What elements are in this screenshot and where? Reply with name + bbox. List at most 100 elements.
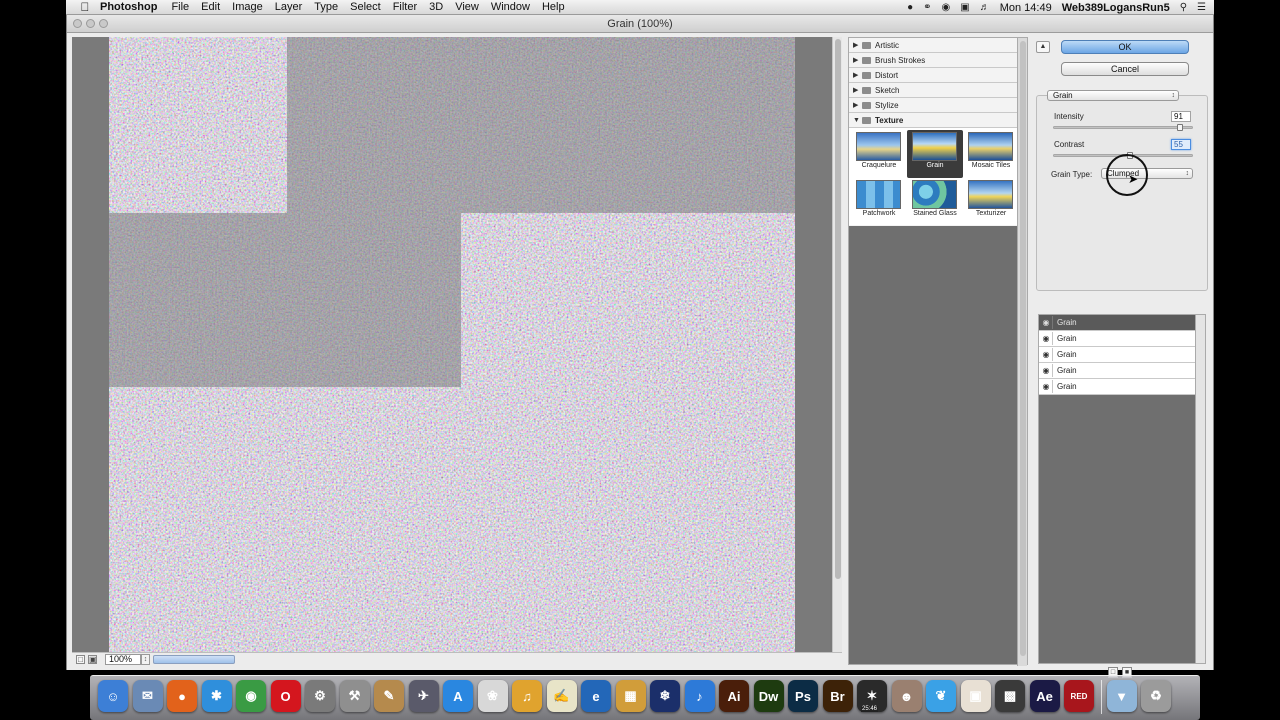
clock[interactable]: Mon 14:49 [1000, 2, 1052, 14]
gallery-scrollbar[interactable] [1017, 38, 1027, 666]
photo-booth-icon[interactable]: ☻ [891, 680, 922, 712]
menu-file[interactable]: File [171, 1, 189, 13]
filter-select[interactable]: Grain ↕ [1047, 90, 1179, 101]
category-artistic[interactable]: ▶ Artistic [849, 38, 1019, 53]
visibility-eye-icon[interactable]: ◉ [1040, 364, 1053, 377]
disclosure-arrow-icon[interactable]: ▶ [853, 38, 858, 53]
thumb-craquelure[interactable]: Craquelure [851, 130, 907, 178]
instagram-icon[interactable]: ▣ [960, 680, 991, 712]
collapse-gallery-button[interactable]: ▲ [1036, 41, 1050, 53]
browser-icon[interactable]: e [581, 680, 611, 712]
system-preferences-icon[interactable]: ⚙ [305, 680, 335, 712]
category-brush-strokes[interactable]: ▶ Brush Strokes [849, 53, 1019, 68]
record-icon[interactable]: ● [907, 2, 913, 13]
disclosure-arrow-icon[interactable]: ▼ [853, 113, 860, 128]
gallery-scroll-thumb[interactable] [1020, 41, 1026, 656]
effect-layer-row[interactable]: ◉ Grain [1039, 331, 1196, 347]
effect-layer-row[interactable]: ◉ Grain [1039, 347, 1196, 363]
photos-icon[interactable]: ❀ [477, 680, 508, 712]
thumb-grain[interactable]: Grain [907, 130, 963, 178]
zoom-out-button[interactable]: □ [76, 655, 85, 664]
disclosure-arrow-icon[interactable]: ▶ [853, 68, 858, 83]
snowflake-icon[interactable]: ❄ [650, 680, 680, 712]
opera-icon[interactable]: O [270, 680, 301, 712]
cubes-icon[interactable]: ▩ [995, 680, 1025, 712]
intensity-slider-handle[interactable] [1177, 124, 1184, 131]
cancel-button[interactable]: Cancel [1061, 62, 1189, 76]
preview-icon[interactable]: ✉ [132, 680, 163, 712]
effect-layer-row[interactable]: ◉ Grain [1039, 315, 1196, 331]
thumb-patchwork[interactable]: Patchwork [851, 178, 907, 226]
category-distort[interactable]: ▶ Distort [849, 68, 1019, 83]
visibility-eye-icon[interactable]: ◉ [1040, 348, 1053, 361]
preview-canvas[interactable] [109, 37, 795, 652]
wifi-icon[interactable]: ◉ [942, 2, 951, 13]
red-giant-link-icon[interactable]: RED [1064, 680, 1094, 712]
notes-icon[interactable]: ✍ [546, 680, 577, 712]
zoom-in-button[interactable]: ▣ [88, 655, 97, 664]
layers-scrollbar[interactable] [1195, 315, 1205, 663]
menu-help[interactable]: Help [542, 1, 565, 13]
category-texture[interactable]: ▼ Texture [849, 113, 1019, 128]
utilities-icon[interactable]: ⚒ [339, 680, 370, 712]
illustrator-icon[interactable]: Ai [719, 680, 749, 712]
trash-icon[interactable]: ♻ [1141, 680, 1171, 712]
spotlight-icon[interactable]: ⚲ [1180, 2, 1187, 13]
chrome-icon[interactable]: ◉ [236, 680, 266, 712]
creative-cloud-icon[interactable]: ⚭ [923, 2, 931, 13]
airplay-icon[interactable]: ▣ [960, 2, 969, 13]
garageband-icon[interactable]: ♫ [512, 680, 542, 712]
thumb-stained-glass[interactable]: Stained Glass [907, 178, 963, 226]
twitter-icon[interactable]: ❦ [926, 680, 956, 712]
after-effects-icon[interactable]: Ae [1029, 680, 1060, 712]
menu-app-name[interactable]: Photoshop [100, 1, 157, 13]
preview-vertical-scrollbar[interactable] [832, 37, 842, 652]
apple-icon[interactable]:  [74, 0, 96, 14]
menu-filter[interactable]: Filter [393, 1, 417, 13]
menu-3d[interactable]: 3D [429, 1, 443, 13]
category-stylize[interactable]: ▶ Stylize [849, 98, 1019, 113]
textedit-icon[interactable]: ✎ [374, 680, 404, 712]
menu-edit[interactable]: Edit [201, 1, 220, 13]
effect-layer-row[interactable]: ◉ Grain [1039, 363, 1196, 379]
category-sketch[interactable]: ▶ Sketch [849, 83, 1019, 98]
zoom-level-field[interactable]: 100% [105, 654, 141, 665]
visibility-eye-icon[interactable]: ◉ [1040, 316, 1053, 329]
menu-type[interactable]: Type [314, 1, 338, 13]
menu-image[interactable]: Image [232, 1, 263, 13]
zoom-window-icon[interactable] [99, 19, 108, 28]
minimize-window-icon[interactable] [86, 19, 95, 28]
firefox-icon[interactable]: ● [167, 680, 197, 712]
app-store-icon[interactable]: A [443, 680, 473, 712]
intensity-slider[interactable] [1053, 123, 1193, 133]
ok-button[interactable]: OK [1061, 40, 1189, 54]
bridge-icon[interactable]: Br [822, 680, 853, 712]
preview-scroll-thumb[interactable] [835, 39, 841, 579]
zoom-level-dropdown[interactable]: ↕ [141, 654, 150, 665]
visibility-eye-icon[interactable]: ◉ [1040, 332, 1053, 345]
disclosure-arrow-icon[interactable]: ▶ [853, 83, 858, 98]
disclosure-arrow-icon[interactable]: ▶ [853, 53, 858, 68]
menu-select[interactable]: Select [350, 1, 381, 13]
disclosure-arrow-icon[interactable]: ▶ [853, 98, 858, 113]
launchpad-icon[interactable]: ✈ [408, 680, 439, 712]
user-name[interactable]: Web389LogansRun5 [1062, 2, 1170, 14]
contrast-field[interactable]: 55 [1171, 139, 1191, 150]
photoshop-icon[interactable]: Ps [788, 680, 818, 712]
effect-layer-row[interactable]: ◉ Grain [1039, 379, 1196, 395]
thumb-texturizer[interactable]: Texturizer [963, 178, 1019, 226]
downloads-folder-icon[interactable]: ▼ [1106, 680, 1137, 712]
finder-icon[interactable]: ☺ [98, 680, 128, 712]
menu-layer[interactable]: Layer [275, 1, 303, 13]
menu-view[interactable]: View [455, 1, 479, 13]
itunes-icon[interactable]: ♪ [684, 680, 715, 712]
close-window-icon[interactable] [73, 19, 82, 28]
menu-window[interactable]: Window [491, 1, 530, 13]
volume-icon[interactable]: ♬ [980, 2, 990, 13]
safari-icon[interactable]: ✱ [201, 680, 232, 712]
puzzle-icon[interactable]: ▦ [615, 680, 646, 712]
visibility-eye-icon[interactable]: ◉ [1040, 380, 1053, 393]
dreamweaver-icon[interactable]: Dw [753, 680, 784, 712]
thumb-mosaic-tiles[interactable]: Mosaic Tiles [963, 130, 1019, 178]
intensity-field[interactable]: 91 [1171, 111, 1191, 122]
